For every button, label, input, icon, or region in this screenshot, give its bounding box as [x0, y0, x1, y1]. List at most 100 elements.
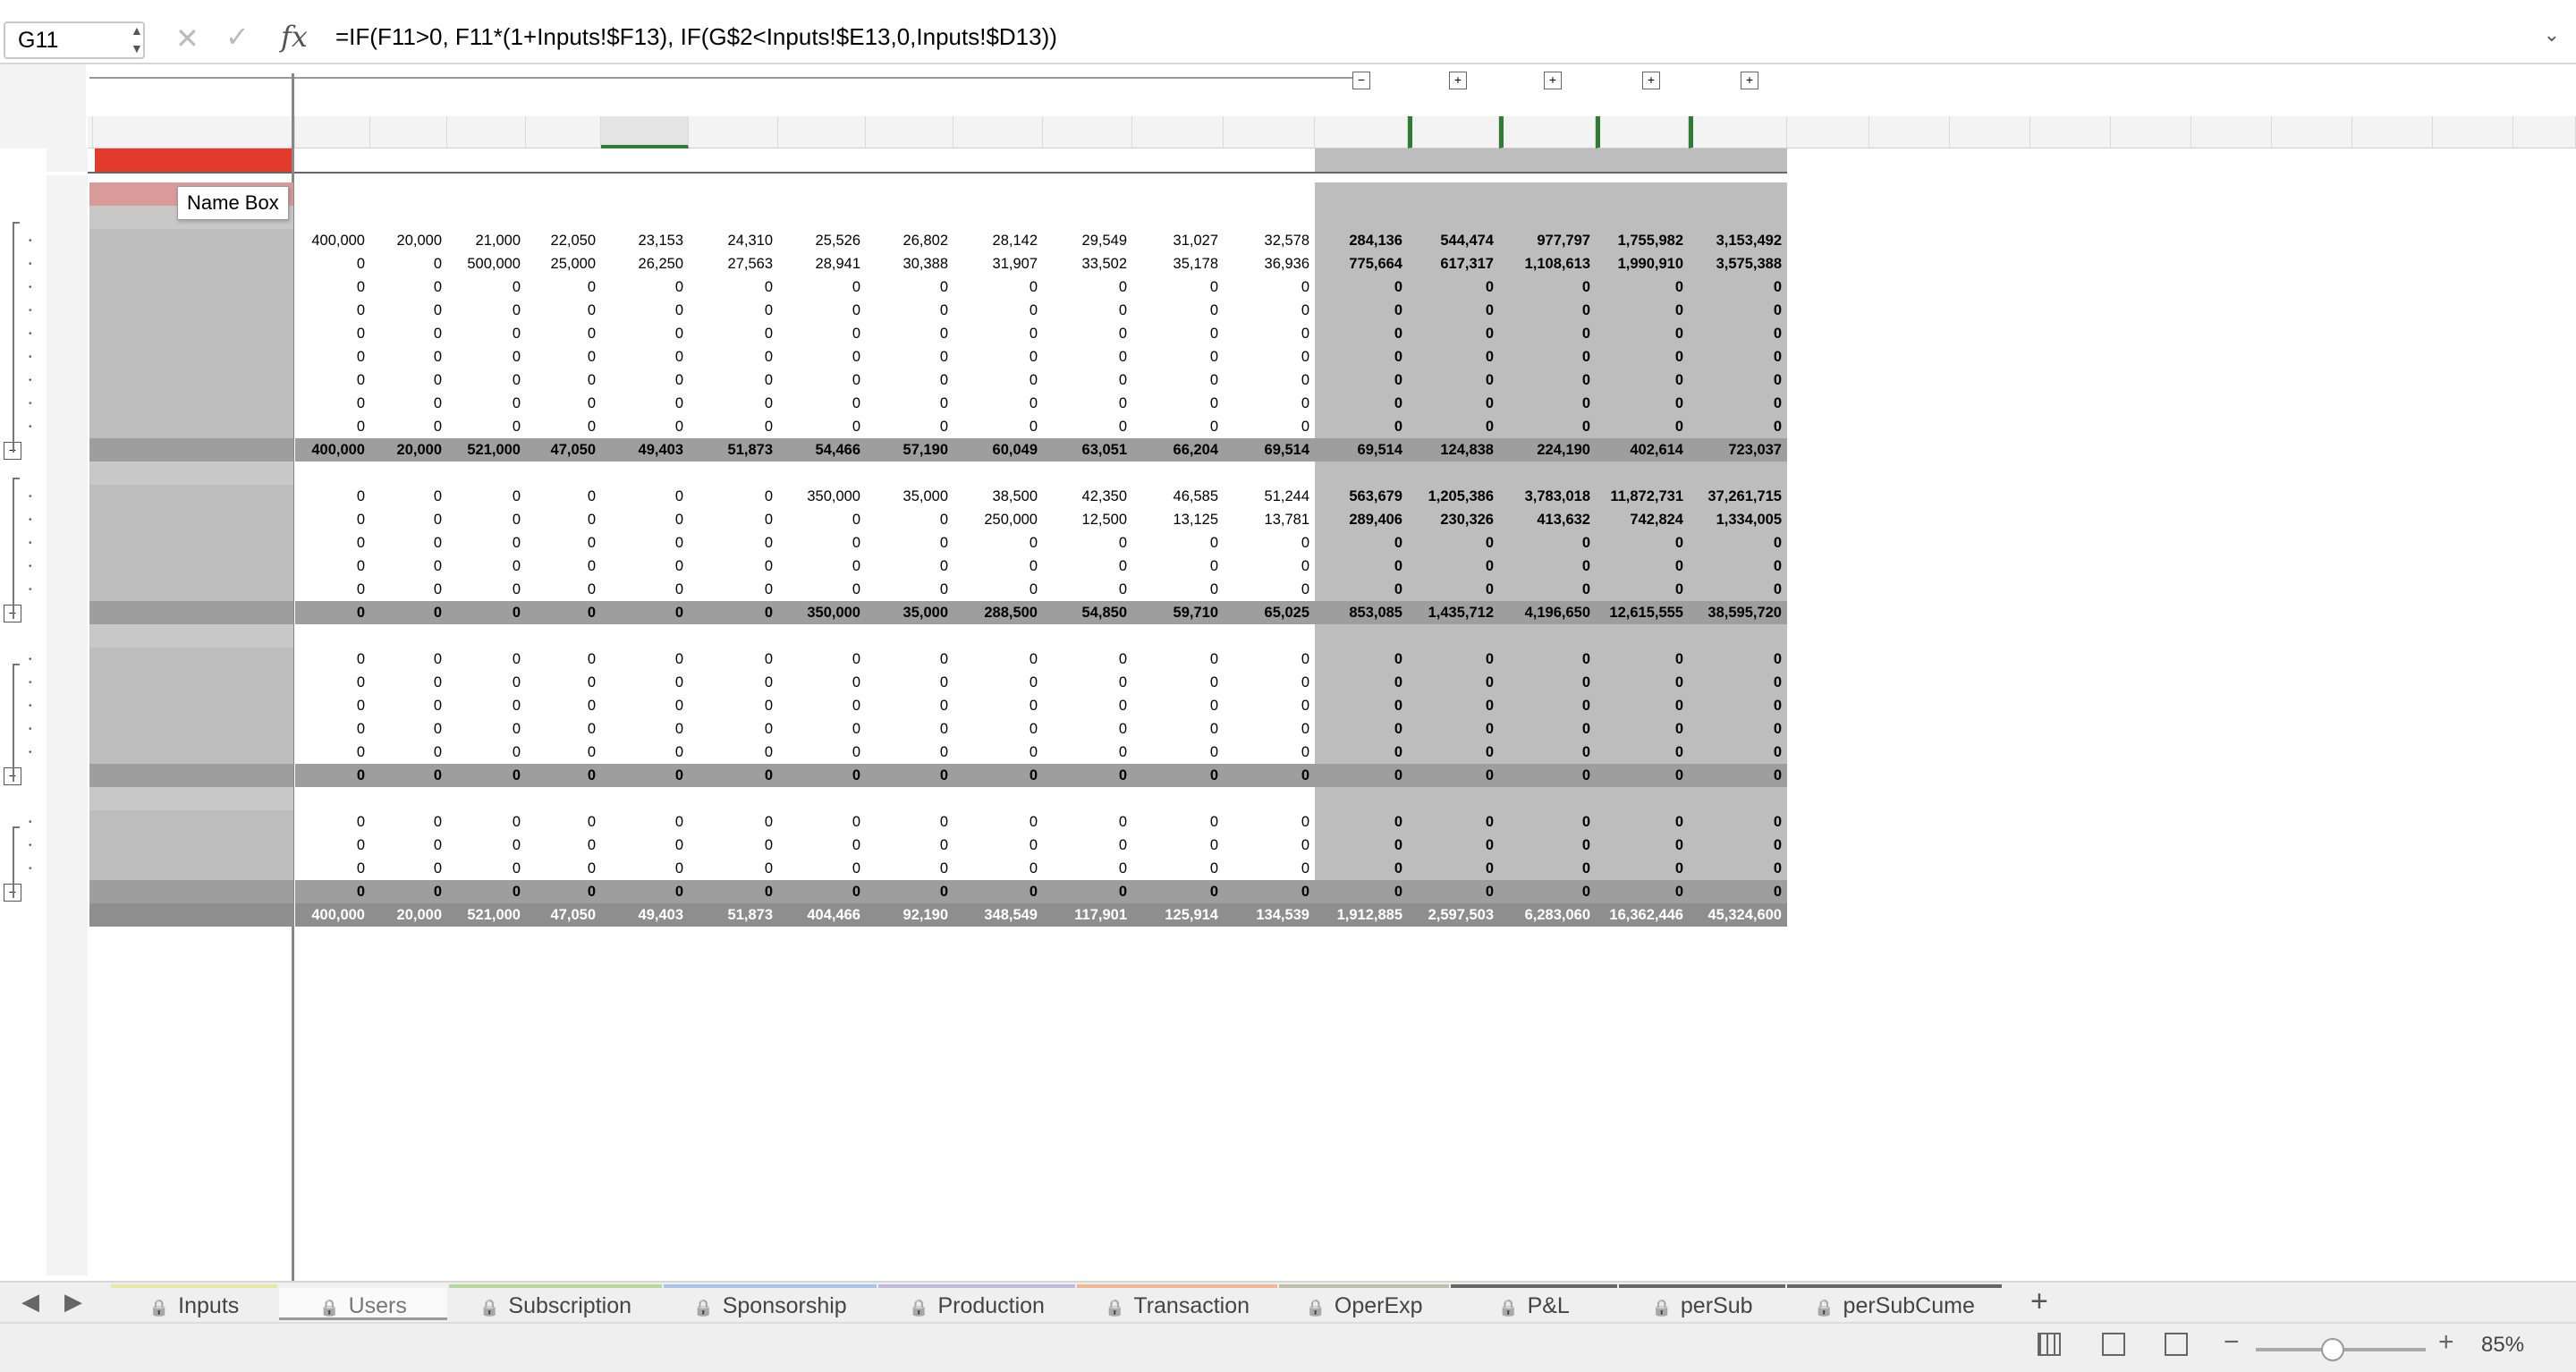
month-value-cell[interactable]: 46,585 [1132, 485, 1224, 508]
month-value-cell[interactable]: 0 [778, 415, 866, 438]
column-header-n[interactable] [1224, 116, 1315, 148]
month-value-cell[interactable]: 0 [1224, 392, 1315, 415]
month-value-cell[interactable]: 31,907 [953, 252, 1043, 275]
month-value-cell[interactable]: 0 [1132, 764, 1224, 787]
month-value-cell[interactable]: 0 [601, 648, 689, 671]
month-value-cell[interactable]: 0 [370, 671, 447, 694]
month-value-cell[interactable]: 0 [526, 555, 601, 578]
month-header[interactable] [526, 148, 601, 172]
year-value-cell[interactable]: 0 [1499, 392, 1596, 415]
year-value-cell[interactable]: 0 [1408, 741, 1499, 764]
year-value-cell[interactable]: 853,085 [1315, 601, 1408, 624]
row-header[interactable] [47, 182, 88, 206]
month-value-cell[interactable]: 0 [601, 392, 689, 415]
month-value-cell[interactable]: 0 [526, 275, 601, 299]
row-label[interactable] [89, 555, 293, 578]
row-header[interactable] [47, 1136, 88, 1159]
row-header[interactable] [47, 927, 88, 950]
month-value-cell[interactable]: 0 [370, 810, 447, 834]
month-value-cell[interactable]: 0 [1224, 857, 1315, 880]
month-value-cell[interactable]: 0 [601, 578, 689, 601]
row-header[interactable] [47, 950, 88, 973]
year-header[interactable] [1596, 148, 1689, 172]
row-header[interactable] [47, 1113, 88, 1136]
year-value-cell[interactable]: 0 [1499, 345, 1596, 368]
month-value-cell[interactable]: 0 [1043, 415, 1132, 438]
month-value-cell[interactable]: 0 [1224, 415, 1315, 438]
month-value-cell[interactable]: 0 [295, 880, 370, 903]
month-value-cell[interactable]: 0 [447, 299, 526, 322]
column-header-br[interactable] [1950, 116, 2030, 148]
month-value-cell[interactable]: 0 [370, 415, 447, 438]
month-value-cell[interactable]: 0 [295, 392, 370, 415]
month-value-cell[interactable]: 0 [1224, 834, 1315, 857]
month-value-cell[interactable]: 0 [1043, 392, 1132, 415]
year-value-cell[interactable]: 0 [1408, 555, 1499, 578]
month-value-cell[interactable]: 0 [953, 764, 1043, 787]
year-value-cell[interactable]: 617,317 [1408, 252, 1499, 275]
month-value-cell[interactable]: 0 [778, 880, 866, 903]
month-value-cell[interactable]: 0 [601, 415, 689, 438]
month-value-cell[interactable]: 0 [370, 578, 447, 601]
month-value-cell[interactable]: 42,350 [1043, 485, 1132, 508]
year-value-cell[interactable]: 3,783,018 [1499, 485, 1596, 508]
month-value-cell[interactable]: 0 [526, 648, 601, 671]
row-label[interactable] [89, 648, 293, 671]
year-header[interactable] [1499, 148, 1596, 172]
month-value-cell[interactable]: 0 [601, 322, 689, 345]
fx-icon[interactable]: fx [281, 20, 308, 54]
month-value-cell[interactable]: 0 [447, 578, 526, 601]
month-value-cell[interactable]: 0 [689, 415, 778, 438]
month-value-cell[interactable]: 0 [953, 322, 1043, 345]
month-value-cell[interactable]: 0 [953, 531, 1043, 555]
column-header-bt[interactable] [2111, 116, 2191, 148]
row-header[interactable] [47, 555, 88, 578]
sheet-tab-persubcume[interactable]: 🔒 perSubCume [1787, 1284, 2002, 1320]
row-label[interactable] [89, 345, 293, 368]
month-value-cell[interactable]: 0 [601, 531, 689, 555]
year-value-cell[interactable]: 0 [1689, 275, 1787, 299]
month-value-cell[interactable]: 0 [370, 368, 447, 392]
month-header[interactable] [778, 148, 866, 172]
month-value-cell[interactable]: 0 [1043, 555, 1132, 578]
month-value-cell[interactable]: 0 [370, 694, 447, 717]
row-label[interactable] [89, 834, 293, 857]
year-value-cell[interactable]: 0 [1499, 322, 1596, 345]
year-value-cell[interactable]: 0 [1596, 322, 1689, 345]
row-label[interactable] [89, 810, 293, 834]
month-value-cell[interactable]: 0 [295, 275, 370, 299]
month-value-cell[interactable]: 0 [778, 578, 866, 601]
year-value-cell[interactable]: 0 [1689, 531, 1787, 555]
column-header-h[interactable] [689, 116, 778, 148]
month-value-cell[interactable]: 0 [1043, 648, 1132, 671]
year-value-cell[interactable]: 0 [1315, 299, 1408, 322]
month-value-cell[interactable]: 0 [1224, 531, 1315, 555]
year-header[interactable] [1408, 148, 1499, 172]
month-value-cell[interactable]: 0 [866, 392, 953, 415]
month-value-cell[interactable]: 0 [295, 555, 370, 578]
month-value-cell[interactable]: 0 [866, 415, 953, 438]
row-header[interactable] [47, 903, 88, 927]
column-header-e[interactable] [447, 116, 526, 148]
month-value-cell[interactable]: 0 [866, 717, 953, 741]
year-value-cell[interactable]: 1,755,982 [1596, 229, 1689, 252]
year-value-cell[interactable]: 0 [1408, 275, 1499, 299]
month-value-cell[interactable]: 26,250 [601, 252, 689, 275]
sheet-tab-operexp[interactable]: 🔒 OperExp [1279, 1284, 1449, 1320]
month-value-cell[interactable]: 0 [447, 694, 526, 717]
total-row-label[interactable] [89, 880, 293, 903]
month-value-cell[interactable]: 348,549 [953, 903, 1043, 927]
year-value-cell[interactable]: 0 [1408, 694, 1499, 717]
month-value-cell[interactable]: 0 [689, 485, 778, 508]
column-header-bv[interactable] [2272, 116, 2352, 148]
month-value-cell[interactable]: 0 [295, 508, 370, 531]
column-header-k[interactable] [953, 116, 1043, 148]
sheet-tab-sponsorship[interactable]: 🔒 Sponsorship [664, 1284, 877, 1320]
month-value-cell[interactable]: 0 [601, 810, 689, 834]
month-value-cell[interactable]: 0 [526, 717, 601, 741]
row-header[interactable] [47, 229, 88, 252]
row-label[interactable] [89, 415, 293, 438]
year-value-cell[interactable]: 0 [1689, 345, 1787, 368]
month-value-cell[interactable]: 0 [778, 764, 866, 787]
month-value-cell[interactable]: 65,025 [1224, 601, 1315, 624]
